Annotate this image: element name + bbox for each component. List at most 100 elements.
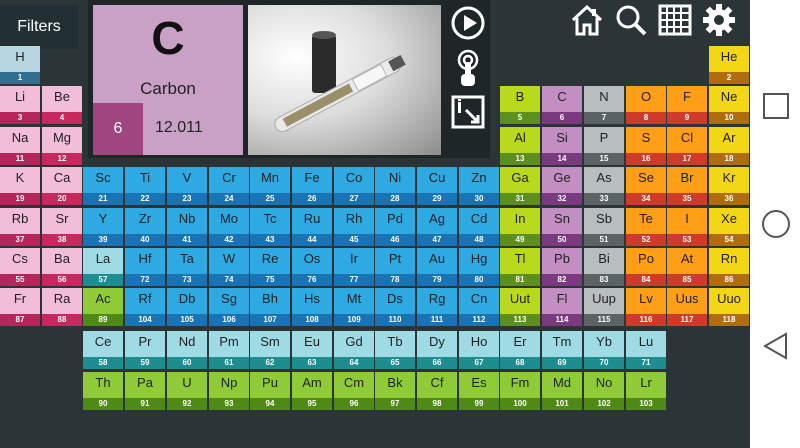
element-tile-li[interactable]: Li 3 xyxy=(0,86,40,124)
element-tile-k[interactable]: K 19 xyxy=(0,167,40,205)
element-tile-la[interactable]: La 57 xyxy=(83,248,123,286)
element-tile-ac[interactable]: Ac 89 xyxy=(83,288,123,326)
element-tile-sn[interactable]: Sn 50 xyxy=(542,208,582,246)
element-tile-br[interactable]: Br 35 xyxy=(667,167,707,205)
element-tile-lu[interactable]: Lu 71 xyxy=(626,331,666,369)
element-tile-po[interactable]: Po 84 xyxy=(626,248,666,286)
element-tile-rb[interactable]: Rb 37 xyxy=(0,208,40,246)
element-tile-os[interactable]: Os 76 xyxy=(292,248,332,286)
element-tile-pu[interactable]: Pu 94 xyxy=(250,372,290,410)
element-tile-ba[interactable]: Ba 56 xyxy=(42,248,82,286)
element-tile-uup[interactable]: Uup 115 xyxy=(584,288,624,326)
element-tile-nd[interactable]: Nd 60 xyxy=(167,331,207,369)
element-tile-cl[interactable]: Cl 17 xyxy=(667,127,707,165)
element-tile-w[interactable]: W 74 xyxy=(209,248,249,286)
element-tile-na[interactable]: Na 11 xyxy=(0,127,40,165)
element-tile-ca[interactable]: Ca 20 xyxy=(42,167,82,205)
element-tile-in[interactable]: In 49 xyxy=(500,208,540,246)
element-tile-md[interactable]: Md 101 xyxy=(542,372,582,410)
element-tile-ru[interactable]: Ru 44 xyxy=(292,208,332,246)
element-tile-i[interactable]: I 53 xyxy=(667,208,707,246)
element-tile-cf[interactable]: Cf 98 xyxy=(417,372,457,410)
element-tile-y[interactable]: Y 39 xyxy=(83,208,123,246)
element-tile-hs[interactable]: Hs 108 xyxy=(292,288,332,326)
element-tile-au[interactable]: Au 79 xyxy=(417,248,457,286)
element-tile-hg[interactable]: Hg 80 xyxy=(459,248,499,286)
element-tile-ti[interactable]: Ti 22 xyxy=(125,167,165,205)
element-tile-er[interactable]: Er 68 xyxy=(500,331,540,369)
recent-apps-icon[interactable] xyxy=(761,91,791,126)
element-tile-lv[interactable]: Lv 116 xyxy=(626,288,666,326)
home-icon[interactable] xyxy=(568,2,606,38)
element-tile-rf[interactable]: Rf 104 xyxy=(125,288,165,326)
element-tile-n[interactable]: N7 xyxy=(584,86,624,124)
selected-element-card[interactable]: C Carbon 6 12.011 xyxy=(93,5,243,155)
element-tile-sm[interactable]: Sm 62 xyxy=(250,331,290,369)
element-tile-h[interactable]: H1 xyxy=(0,46,40,84)
element-tile-ra[interactable]: Ra 88 xyxy=(42,288,82,326)
element-tile-es[interactable]: Es 99 xyxy=(459,372,499,410)
element-photo[interactable] xyxy=(248,5,441,155)
element-tile-b[interactable]: B5 xyxy=(500,86,540,124)
element-tile-no[interactable]: No 102 xyxy=(584,372,624,410)
element-tile-ag[interactable]: Ag 47 xyxy=(417,208,457,246)
gear-icon[interactable] xyxy=(700,2,738,38)
element-tile-cm[interactable]: Cm 96 xyxy=(334,372,374,410)
element-tile-zr[interactable]: Zr 40 xyxy=(125,208,165,246)
grid-icon[interactable] xyxy=(656,2,694,38)
element-tile-fe[interactable]: Fe 26 xyxy=(292,167,332,205)
element-tile-ho[interactable]: Ho 67 xyxy=(459,331,499,369)
element-tile-sg[interactable]: Sg 106 xyxy=(209,288,249,326)
element-tile-uuo[interactable]: Uuo 118 xyxy=(709,288,749,326)
element-tile-ce[interactable]: Ce 58 xyxy=(83,331,123,369)
element-tile-cd[interactable]: Cd 48 xyxy=(459,208,499,246)
element-tile-pr[interactable]: Pr 59 xyxy=(125,331,165,369)
element-tile-cu[interactable]: Cu 29 xyxy=(417,167,457,205)
element-tile-tl[interactable]: Tl 81 xyxy=(500,248,540,286)
element-tile-bk[interactable]: Bk 97 xyxy=(375,372,415,410)
element-tile-kr[interactable]: Kr 36 xyxy=(709,167,749,205)
filters-button[interactable]: Filters xyxy=(0,5,78,49)
element-tile-pm[interactable]: Pm 61 xyxy=(209,331,249,369)
element-tile-rh[interactable]: Rh 45 xyxy=(334,208,374,246)
element-tile-cr[interactable]: Cr 24 xyxy=(209,167,249,205)
element-tile-ga[interactable]: Ga 31 xyxy=(500,167,540,205)
element-tile-cs[interactable]: Cs 55 xyxy=(0,248,40,286)
element-tile-si[interactable]: Si 14 xyxy=(542,127,582,165)
element-tile-lr[interactable]: Lr 103 xyxy=(626,372,666,410)
element-tile-bi[interactable]: Bi 83 xyxy=(584,248,624,286)
element-tile-co[interactable]: Co 27 xyxy=(334,167,374,205)
element-tile-gd[interactable]: Gd 64 xyxy=(334,331,374,369)
element-tile-mo[interactable]: Mo 42 xyxy=(209,208,249,246)
element-tile-o[interactable]: O8 xyxy=(626,86,666,124)
element-tile-be[interactable]: Be 4 xyxy=(42,86,82,124)
back-triangle-icon[interactable] xyxy=(760,330,792,367)
element-tile-re[interactable]: Re 75 xyxy=(250,248,290,286)
element-tile-db[interactable]: Db 105 xyxy=(167,288,207,326)
element-tile-mg[interactable]: Mg 12 xyxy=(42,127,82,165)
element-tile-uus[interactable]: Uus 117 xyxy=(667,288,707,326)
element-tile-mn[interactable]: Mn 25 xyxy=(250,167,290,205)
element-tile-c[interactable]: C6 xyxy=(542,86,582,124)
element-tile-tb[interactable]: Tb 65 xyxy=(375,331,415,369)
element-tile-sr[interactable]: Sr 38 xyxy=(42,208,82,246)
element-tile-th[interactable]: Th 90 xyxy=(83,372,123,410)
element-tile-s[interactable]: S 16 xyxy=(626,127,666,165)
element-tile-eu[interactable]: Eu 63 xyxy=(292,331,332,369)
element-tile-fl[interactable]: Fl 114 xyxy=(542,288,582,326)
element-tile-nb[interactable]: Nb 41 xyxy=(167,208,207,246)
element-tile-v[interactable]: V 23 xyxy=(167,167,207,205)
home-circle-icon[interactable] xyxy=(760,208,792,245)
touch-icon[interactable] xyxy=(450,48,486,88)
element-tile-zn[interactable]: Zn 30 xyxy=(459,167,499,205)
element-tile-tc[interactable]: Tc 43 xyxy=(250,208,290,246)
element-tile-bh[interactable]: Bh 107 xyxy=(250,288,290,326)
element-tile-ni[interactable]: Ni 28 xyxy=(375,167,415,205)
element-tile-yb[interactable]: Yb 70 xyxy=(584,331,624,369)
element-tile-fm[interactable]: Fm 100 xyxy=(500,372,540,410)
search-icon[interactable] xyxy=(612,2,650,38)
export-icon[interactable] xyxy=(450,94,486,130)
element-tile-he[interactable]: He 2 xyxy=(709,46,749,84)
element-tile-xe[interactable]: Xe 54 xyxy=(709,208,749,246)
play-icon[interactable] xyxy=(448,4,488,42)
